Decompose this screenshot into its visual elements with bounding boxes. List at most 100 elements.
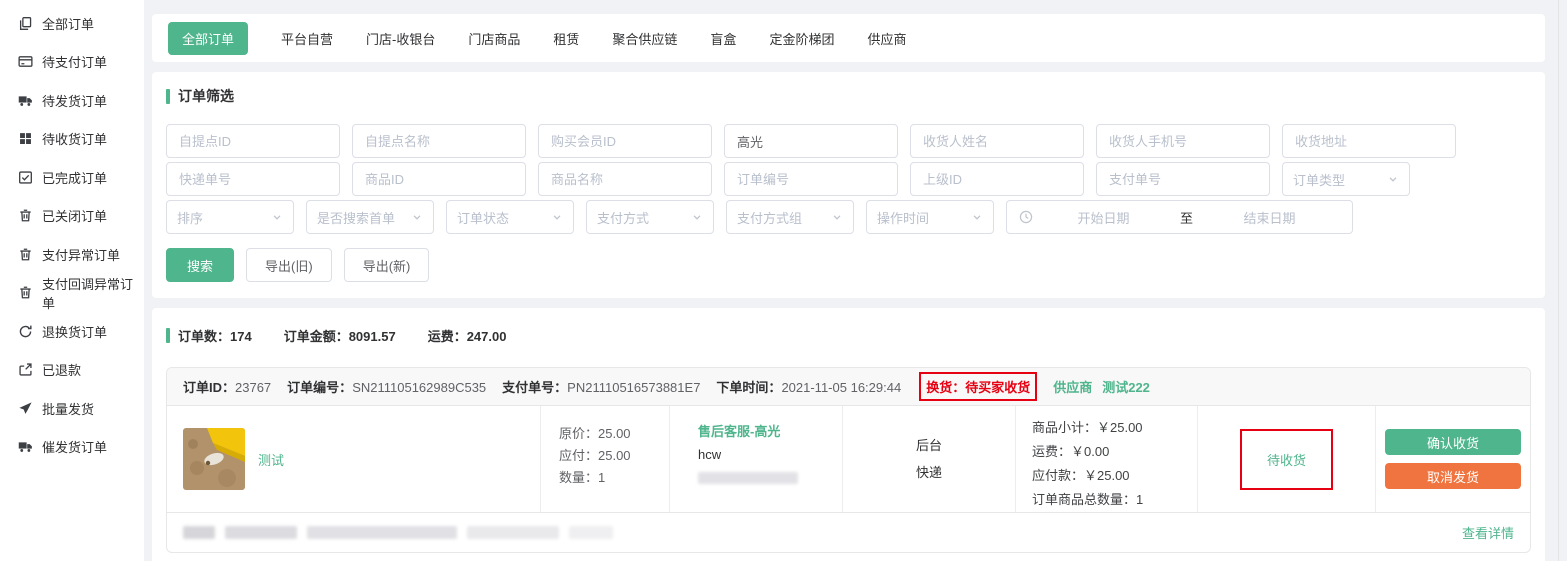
tab-store-goods[interactable]: 门店商品	[468, 29, 520, 48]
sidebar-item-urge-shipment[interactable]: 催发货订单	[0, 428, 144, 467]
sidebar-item-pending-shipment[interactable]: 待发货订单	[0, 81, 144, 120]
confirm-receipt-button[interactable]: 确认收货	[1385, 429, 1521, 455]
export-old-button[interactable]: 导出(旧)	[246, 248, 332, 282]
supplier-name-link[interactable]: 测试222	[1102, 377, 1150, 396]
receiver-phone-input[interactable]	[1096, 124, 1270, 158]
sidebar-item-label: 已关闭订单	[42, 206, 107, 225]
pay-method-select[interactable]: 支付方式	[586, 200, 714, 234]
sidebar-item-label: 已退款	[42, 360, 81, 379]
buyer-member-id-input[interactable]	[538, 124, 712, 158]
order-time: 下单时间：2021-11-05 16:29:44	[716, 377, 901, 396]
operate-time-select[interactable]: 操作时间	[866, 200, 994, 234]
original-price: 原价：25.00	[559, 423, 669, 445]
check-square-icon	[18, 170, 33, 185]
redacted-text	[183, 526, 215, 539]
pickup-point-id-input[interactable]	[166, 124, 340, 158]
main-content: 全部订单 平台自营 门店-收银台 门店商品 租赁 聚合供应链 盲盒 定金阶梯团 …	[152, 0, 1545, 561]
end-date-input[interactable]: 结束日期	[1199, 208, 1340, 227]
supplier-label: 供应商	[1053, 377, 1092, 396]
trash-icon	[18, 247, 33, 262]
sidebar: 全部订单 待支付订单 待发货订单 待收货订单 已完成订单 已关闭订单 支付异常订…	[0, 0, 144, 561]
order-no-input[interactable]	[724, 162, 898, 196]
orders-panel: 订单数：174 订单金额：8091.57 运费：247.00 订单ID：2376…	[152, 308, 1545, 561]
sidebar-item-label: 退换货订单	[42, 322, 107, 341]
sidebar-item-refunded[interactable]: 已退款	[0, 351, 144, 390]
date-range-picker[interactable]: 开始日期 至 结束日期	[1006, 200, 1353, 234]
tab-all-orders[interactable]: 全部订单	[168, 22, 248, 55]
start-date-input[interactable]: 开始日期	[1033, 208, 1174, 227]
sidebar-item-payment-error[interactable]: 支付异常订单	[0, 235, 144, 274]
sidebar-item-label: 催发货订单	[42, 437, 107, 456]
truck-icon	[18, 439, 33, 454]
receiver-name-input[interactable]	[910, 124, 1084, 158]
tab-supplier[interactable]: 供应商	[867, 29, 906, 48]
sidebar-item-batch-shipment[interactable]: 批量发货	[0, 389, 144, 428]
summary-accent-bar	[166, 328, 170, 343]
product-cell: 测试	[167, 406, 541, 512]
filter-panel: 订单筛选 订单类型 排序	[152, 72, 1545, 298]
tab-aggregate-supply-chain[interactable]: 聚合供应链	[612, 29, 677, 48]
sidebar-item-callback-error[interactable]: 支付回调异常订单	[0, 274, 144, 313]
sidebar-item-pending-receipt[interactable]: 待收货订单	[0, 120, 144, 159]
redacted-text	[225, 526, 297, 539]
sidebar-item-return-exchange[interactable]: 退换货订单	[0, 312, 144, 351]
clock-icon	[1019, 210, 1033, 224]
tab-blind-box[interactable]: 盲盒	[710, 29, 736, 48]
order-card: 订单ID：23767 订单编号：SN211105162989C535 支付单号：…	[166, 367, 1531, 553]
product-id-input[interactable]	[352, 162, 526, 196]
payable-price: 应付：25.00	[559, 445, 669, 467]
title-accent-bar	[166, 89, 170, 104]
filter-row-2: 订单类型	[166, 162, 1531, 196]
cancel-shipment-button[interactable]: 取消发货	[1385, 463, 1521, 489]
quantity: 数量：1	[559, 467, 669, 489]
amount-payable: 应付款：￥25.00	[1032, 464, 1197, 488]
delivery-cell: 后台 快递	[843, 406, 1016, 512]
delivery-method: 快递	[916, 459, 942, 486]
filter-title-text: 订单筛选	[178, 86, 234, 106]
supplier-info: 供应商 测试222	[1053, 377, 1150, 396]
order-id: 订单ID：23767	[183, 377, 271, 396]
sidebar-item-label: 全部订单	[42, 14, 94, 33]
after-sales-service-link[interactable]: 售后客服-高光	[698, 420, 842, 443]
copy-icon	[18, 16, 33, 31]
total-goods-count: 订单商品总数量：1	[1032, 488, 1197, 512]
product-image[interactable]	[183, 428, 245, 490]
tab-store-cashier[interactable]: 门店-收银台	[366, 29, 435, 48]
sidebar-item-closed[interactable]: 已关闭订单	[0, 197, 144, 236]
express-no-input[interactable]	[166, 162, 340, 196]
sidebar-item-label: 批量发货	[42, 399, 94, 418]
pickup-point-name-input[interactable]	[352, 124, 526, 158]
order-status-select[interactable]: 订单状态	[446, 200, 574, 234]
chevron-down-icon	[271, 211, 283, 223]
buyer-member-name-input[interactable]	[724, 124, 898, 158]
tab-platform-self[interactable]: 平台自营	[281, 29, 333, 48]
pay-no-input[interactable]	[1096, 162, 1270, 196]
tab-deposit-ladder-group[interactable]: 定金阶梯团	[769, 29, 834, 48]
product-name-link[interactable]: 测试	[258, 450, 284, 469]
view-detail-link[interactable]: 查看详情	[1462, 523, 1514, 542]
parent-id-input[interactable]	[910, 162, 1084, 196]
delivery-source: 后台	[916, 432, 942, 459]
tab-lease[interactable]: 租赁	[553, 29, 579, 48]
sidebar-item-pending-payment[interactable]: 待支付订单	[0, 43, 144, 82]
sort-select[interactable]: 排序	[166, 200, 294, 234]
receiver-address-input[interactable]	[1282, 124, 1456, 158]
chevron-down-icon	[831, 211, 843, 223]
sidebar-item-label: 支付异常订单	[42, 245, 120, 264]
sidebar-item-label: 待发货订单	[42, 91, 107, 110]
sidebar-item-completed[interactable]: 已完成订单	[0, 158, 144, 197]
share-icon	[18, 362, 33, 377]
order-type-select[interactable]: 订单类型	[1282, 162, 1410, 196]
redacted-text	[569, 526, 613, 539]
send-icon	[18, 401, 33, 416]
search-button[interactable]: 搜索	[166, 248, 234, 282]
package-icon	[18, 131, 33, 146]
export-new-button[interactable]: 导出(新)	[344, 248, 430, 282]
pay-method-group-select[interactable]: 支付方式组	[726, 200, 854, 234]
first-order-select[interactable]: 是否搜索首单	[306, 200, 434, 234]
redacted-address-row	[183, 526, 613, 539]
product-name-input[interactable]	[538, 162, 712, 196]
sidebar-item-all-orders[interactable]: 全部订单	[0, 4, 144, 43]
order-no: 订单编号：SN211105162989C535	[287, 377, 486, 396]
filter-title: 订单筛选	[166, 86, 1531, 106]
